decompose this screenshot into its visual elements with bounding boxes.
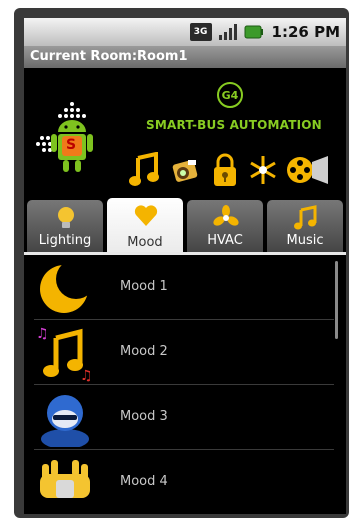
tab-label: HVAC [207, 233, 243, 248]
list-item[interactable]: ♫ ♫ Mood 2 [24, 320, 346, 384]
list-item-label: Mood 4 [120, 474, 168, 489]
tab-label: Lighting [38, 233, 92, 248]
light-bulb-icon [53, 205, 79, 231]
tab-lighting[interactable]: Lighting [27, 200, 103, 252]
tab-hvac[interactable]: HVAC [187, 200, 263, 252]
fan-icon [213, 205, 239, 231]
heart-icon [133, 203, 159, 229]
lock-icon[interactable] [208, 152, 242, 188]
list-item-label: Mood 2 [120, 344, 168, 359]
film-reel-icon[interactable] [284, 152, 332, 188]
moon-icon [36, 259, 96, 317]
phone-screen: 3G 1:26 PM Current Room:Room1 G4 SMART-B… [24, 18, 346, 514]
status-bar: 3G 1:26 PM [24, 18, 346, 46]
android-logo-icon: S [32, 98, 104, 180]
music-note-icon [293, 205, 319, 231]
signal-icon [218, 23, 238, 41]
avatar-headset-icon [36, 389, 94, 449]
android-badge-letter: S [66, 137, 77, 153]
current-room-title: Current Room:Room1 [30, 49, 188, 64]
title-bar: Current Room:Room1 [24, 46, 346, 68]
mood-list[interactable]: Mood 1 ♫ ♫ Mood 2 Mood 3 Mood 4 [24, 255, 346, 514]
svg-text:♫: ♫ [80, 368, 93, 382]
list-item[interactable]: Mood 4 [24, 450, 346, 514]
list-scrollbar[interactable] [335, 261, 338, 339]
tab-label: Mood [127, 235, 163, 250]
g4-logo: G4 [217, 82, 243, 108]
svg-text:♫: ♫ [36, 326, 49, 342]
list-item-label: Mood 1 [120, 279, 168, 294]
music-note-icon[interactable] [128, 151, 162, 188]
tab-music[interactable]: Music [267, 200, 343, 252]
tab-label: Music [286, 233, 324, 248]
tab-bar: Lighting Mood HVAC Music [24, 190, 346, 254]
list-item[interactable]: Mood 1 [24, 255, 346, 319]
list-item-label: Mood 3 [120, 409, 168, 424]
brand-text: SMART-BUS AUTOMATION [146, 118, 322, 132]
hands-icon [36, 454, 94, 512]
battery-icon [244, 24, 264, 40]
3g-icon: 3G [189, 23, 212, 41]
camera-icon[interactable] [168, 152, 202, 188]
list-item[interactable]: Mood 3 [24, 385, 346, 449]
snowflake-icon[interactable] [246, 152, 280, 188]
app-header: G4 SMART-BUS AUTOMATION S [24, 68, 346, 190]
music-notes-icon: ♫ ♫ [36, 324, 94, 384]
status-time: 1:26 PM [271, 23, 340, 41]
tab-mood[interactable]: Mood [107, 198, 183, 254]
